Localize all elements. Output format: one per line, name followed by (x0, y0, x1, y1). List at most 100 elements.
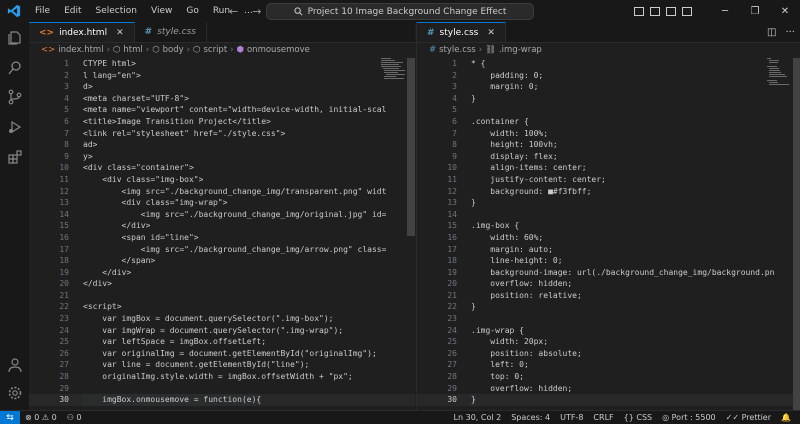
breadcrumb-item[interactable]: .img-wrap (499, 45, 542, 55)
code-line[interactable]: 18 </span> (29, 255, 415, 267)
close-icon[interactable]: ✕ (116, 28, 124, 38)
code-line[interactable]: 4 <meta charset="UTF-8"> (29, 93, 415, 105)
code-line[interactable]: 3 d> (29, 81, 415, 93)
breadcrumb-item[interactable]: index.html (58, 45, 103, 55)
code-line[interactable]: 23 var imgBox = document.querySelector("… (29, 313, 415, 325)
code-line[interactable]: 15 .img-box { (417, 220, 800, 232)
code-line[interactable]: 8 height: 100vh; (417, 139, 800, 151)
code-line[interactable]: 19 background-image: url(./background_ch… (417, 267, 800, 279)
code-line[interactable]: 23 (417, 313, 800, 325)
problems-status[interactable]: ⊗ 0 ⚠ 0 (20, 413, 62, 422)
prettier-status[interactable]: ✓✓ Prettier (721, 413, 776, 422)
code-line[interactable]: 4} (417, 93, 800, 105)
split-editor-icon[interactable]: ◫ (767, 27, 776, 38)
code-line[interactable]: 7 <link rel="stylesheet" href="./style.cs… (29, 128, 415, 140)
command-center-search[interactable]: Project 10 Image Background Change Effec… (266, 3, 534, 20)
right-minimap[interactable] (767, 58, 791, 118)
menu-edit[interactable]: Edit (57, 0, 88, 22)
indentation[interactable]: Spaces: 4 (506, 413, 555, 422)
code-line[interactable]: 5 <meta name="viewport" content="width=de… (29, 104, 415, 116)
code-line[interactable]: 10 <div class="container"> (29, 162, 415, 174)
toggle-sidebar-icon[interactable] (634, 6, 644, 16)
customize-layout-icon[interactable] (682, 6, 692, 16)
code-line[interactable]: 30} (417, 394, 800, 406)
settings-gear-icon[interactable] (6, 384, 23, 401)
notifications-bell-icon[interactable]: 🔔 (776, 413, 796, 422)
code-line[interactable]: 2 padding: 0; (417, 70, 800, 82)
code-line[interactable]: 21 (29, 290, 415, 302)
code-line[interactable]: 15 </div> (29, 220, 415, 232)
code-line[interactable]: 6 .container { (417, 116, 800, 128)
code-line[interactable]: 21 position: relative; (417, 290, 800, 302)
code-line[interactable]: 28 top: 0; (417, 371, 800, 383)
code-line[interactable]: 6 <title>Image Transition Project</title> (29, 116, 415, 128)
code-line[interactable]: 14 <img src="./background_change_img/ori… (29, 209, 415, 221)
menu-file[interactable]: File (28, 0, 57, 22)
more-actions-icon[interactable]: ··· (785, 27, 795, 38)
code-line[interactable]: 22 <script> (29, 301, 415, 313)
code-line[interactable]: 26 position: absolute; (417, 348, 800, 360)
code-line[interactable]: 13} (417, 197, 800, 209)
code-line[interactable]: 26 var originalImg = document.getElement… (29, 348, 415, 360)
search-sidebar-icon[interactable] (6, 59, 23, 76)
menu-selection[interactable]: Selection (89, 0, 144, 22)
right-code-area[interactable]: 1 * {2 padding: 0; 3 margin: 0; 4} 5 6 .contai… (417, 58, 800, 410)
code-line[interactable]: 29 overflow: hidden; (417, 383, 800, 395)
right-scrollbar[interactable] (793, 58, 800, 410)
code-line[interactable]: 12 <img src="./background_change_img/tra… (29, 186, 415, 198)
code-line[interactable]: 16 <span id="line"> (29, 232, 415, 244)
end-of-line[interactable]: CRLF (588, 413, 618, 422)
code-line[interactable]: 1 * { (417, 58, 800, 70)
explorer-icon[interactable] (6, 29, 23, 46)
code-line[interactable]: 24 .img-wrap { (417, 325, 800, 337)
left-minimap[interactable] (381, 58, 406, 118)
code-line[interactable]: 17 <img src="./background_change_img/arr… (29, 244, 415, 256)
run-debug-icon[interactable] (6, 118, 23, 135)
live-server-port[interactable]: ◎ Port : 5500 (657, 413, 721, 422)
extensions-icon[interactable] (6, 148, 23, 165)
code-line[interactable]: 9 display: flex; (417, 151, 800, 163)
code-line[interactable]: 9 y> (29, 151, 415, 163)
breadcrumb-item[interactable]: body (163, 45, 184, 55)
code-line[interactable]: 5 (417, 104, 800, 116)
code-line[interactable]: 22} (417, 301, 800, 313)
code-line[interactable]: 17 margin: auto; (417, 244, 800, 256)
breadcrumb-item[interactable]: script (203, 45, 227, 55)
code-line[interactable]: 12 background: ■#f3fbff; (417, 186, 800, 198)
remote-indicator-icon[interactable]: ⇆ (0, 411, 20, 424)
breadcrumb-item[interactable]: html (123, 45, 142, 55)
code-line[interactable]: 25 var leftSpace = imgBox.offsetLeft; (29, 336, 415, 348)
tab-style-css-right[interactable]: # style.css ✕ (417, 22, 506, 42)
code-line[interactable]: 20 </div> (29, 278, 415, 290)
code-line[interactable]: 3 margin: 0; (417, 81, 800, 93)
toggle-panel-icon[interactable] (650, 6, 660, 16)
menu-go[interactable]: Go (179, 0, 205, 22)
code-line[interactable]: 7 width: 100%; (417, 128, 800, 140)
minimize-icon[interactable]: ─ (710, 6, 740, 17)
code-line[interactable]: 27 left: 0; (417, 359, 800, 371)
tab-index-html[interactable]: <> index.html ✕ (29, 22, 135, 42)
code-line[interactable]: 20 overflow: hidden; (417, 278, 800, 290)
forward-arrow-icon[interactable]: → (252, 5, 261, 18)
breadcrumb-item[interactable]: style.css (439, 45, 476, 55)
code-line[interactable]: 30 imgBox.onmousemove = function(e){ (29, 394, 415, 406)
code-line[interactable]: 2 l lang="en"> (29, 70, 415, 82)
code-line[interactable]: 19 </div> (29, 267, 415, 279)
ports-status[interactable]: ⚇ 0 (62, 413, 87, 422)
code-line[interactable]: 28 originalImg.style.width = imgBox.offs… (29, 371, 415, 383)
menu-view[interactable]: View (144, 0, 179, 22)
toggle-secondary-sidebar-icon[interactable] (666, 6, 676, 16)
breadcrumb-item[interactable]: onmousemove (247, 45, 310, 55)
code-line[interactable]: 8 ad> (29, 139, 415, 151)
language-mode[interactable]: {} CSS (619, 413, 657, 422)
code-line[interactable]: 11 <div class="img-box"> (29, 174, 415, 186)
cursor-position[interactable]: Ln 30, Col 2 (449, 413, 507, 422)
code-line[interactable]: 13 <div class="img-wrap"> (29, 197, 415, 209)
code-line[interactable]: 11 justify-content: center; (417, 174, 800, 186)
code-line[interactable]: 10 align-items: center; (417, 162, 800, 174)
close-window-icon[interactable]: ✕ (770, 6, 800, 17)
code-line[interactable]: 16 width: 60%; (417, 232, 800, 244)
code-line[interactable]: 18 line-height: 0; (417, 255, 800, 267)
code-line[interactable]: 25 width: 20px; (417, 336, 800, 348)
code-line[interactable]: 14 (417, 209, 800, 221)
